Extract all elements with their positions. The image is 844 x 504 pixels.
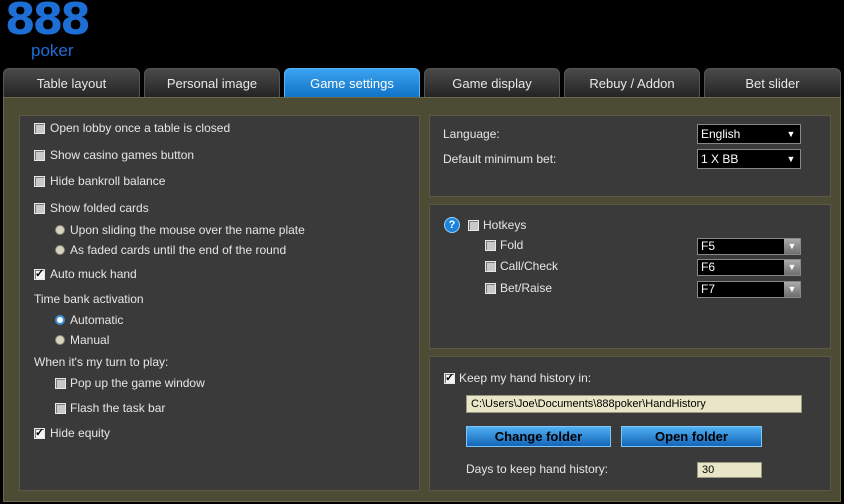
min-bet-label: Default minimum bet: xyxy=(443,152,557,166)
hotkeys-label: Hotkeys xyxy=(483,218,527,232)
check-icon: ✓ xyxy=(35,427,45,439)
show-folded-label: Show folded cards xyxy=(50,201,149,215)
hide-bankroll-checkbox[interactable] xyxy=(34,176,45,187)
call-hotkey-select[interactable]: F6 ▼ xyxy=(697,259,801,276)
chevron-down-icon: ▼ xyxy=(784,239,800,254)
fold-hotkey-select[interactable]: F5 ▼ xyxy=(697,238,801,255)
days-label: Days to keep hand history: xyxy=(466,462,609,476)
manual-radio[interactable] xyxy=(55,335,65,345)
automatic-label: Automatic xyxy=(70,313,124,327)
chevron-down-icon: ▼ xyxy=(782,125,800,143)
keep-history-checkbox[interactable]: ✓ xyxy=(444,372,455,384)
change-folder-button[interactable]: Change folder xyxy=(466,426,611,447)
settings-frame: Open lobby once a table is closed Show c… xyxy=(3,97,841,502)
bet-hotkey-value: F7 xyxy=(701,282,716,296)
tab-personal-image[interactable]: Personal image xyxy=(144,68,280,98)
settings-tabs: Table layout Personal image Game setting… xyxy=(3,68,841,98)
days-input[interactable]: 30 xyxy=(697,462,762,478)
tab-bet-slider[interactable]: Bet slider xyxy=(704,68,841,98)
min-bet-value: 1 X BB xyxy=(701,152,739,166)
tab-table-layout[interactable]: Table layout xyxy=(3,68,140,98)
hide-equity-label: Hide equity xyxy=(50,426,111,440)
history-path-field[interactable]: C:\Users\Joe\Documents\888poker\HandHist… xyxy=(466,395,802,413)
min-bet-select[interactable]: 1 X BB ▼ xyxy=(697,149,801,169)
popup-window-label: Pop up the game window xyxy=(70,376,205,390)
upon-sliding-label: Upon sliding the mouse over the name pla… xyxy=(70,223,305,237)
settings-window: 888 poker Table layout Personal image Ga… xyxy=(0,0,844,504)
show-casino-label: Show casino games button xyxy=(50,148,195,162)
language-select[interactable]: English ▼ xyxy=(697,124,801,144)
hand-history-panel: ✓ Keep my hand history in: C:\Users\Joe\… xyxy=(429,356,831,491)
logo-number: 888 xyxy=(5,0,91,45)
check-icon: ✓ xyxy=(445,372,455,384)
call-hotkey-label: Call/Check xyxy=(500,259,559,273)
keep-history-label: Keep my hand history in: xyxy=(459,371,592,385)
hotkeys-panel: ? Hotkeys Fold F5 ▼ Call/Check F6 ▼ Bet/… xyxy=(429,204,831,349)
fold-hotkey-checkbox[interactable] xyxy=(485,240,496,251)
chevron-down-icon: ▼ xyxy=(782,150,800,168)
upon-sliding-radio[interactable] xyxy=(55,225,65,235)
chevron-down-icon: ▼ xyxy=(784,282,800,297)
my-turn-heading: When it's my turn to play: xyxy=(34,355,169,369)
popup-window-checkbox[interactable] xyxy=(55,378,66,389)
tab-rebuy-addon[interactable]: Rebuy / Addon xyxy=(564,68,700,98)
call-hotkey-checkbox[interactable] xyxy=(485,261,496,272)
open-lobby-label: Open lobby once a table is closed xyxy=(50,121,231,135)
show-folded-checkbox[interactable] xyxy=(34,203,45,214)
check-icon: ✓ xyxy=(35,268,45,280)
language-label: Language: xyxy=(443,127,500,141)
automatic-radio[interactable] xyxy=(55,315,65,325)
general-options-panel: Open lobby once a table is closed Show c… xyxy=(19,115,420,491)
tab-game-display[interactable]: Game display xyxy=(424,68,560,98)
manual-label: Manual xyxy=(70,333,110,347)
language-value: English xyxy=(701,127,741,141)
flash-taskbar-label: Flash the task bar xyxy=(70,401,166,415)
help-icon[interactable]: ? xyxy=(444,217,460,233)
auto-muck-label: Auto muck hand xyxy=(50,267,137,281)
bet-hotkey-label: Bet/Raise xyxy=(500,281,553,295)
faded-cards-label: As faded cards until the end of the roun… xyxy=(70,243,287,257)
hide-bankroll-label: Hide bankroll balance xyxy=(50,174,166,188)
bet-hotkey-checkbox[interactable] xyxy=(485,283,496,294)
bet-hotkey-select[interactable]: F7 ▼ xyxy=(697,281,801,298)
language-panel: Language: English ▼ Default minimum bet:… xyxy=(429,115,831,197)
show-casino-checkbox[interactable] xyxy=(34,150,45,161)
open-lobby-checkbox[interactable] xyxy=(34,123,45,134)
logo-word: poker xyxy=(31,41,74,60)
flash-taskbar-checkbox[interactable] xyxy=(55,403,66,414)
fold-hotkey-value: F5 xyxy=(701,239,716,253)
fold-hotkey-label: Fold xyxy=(500,238,524,252)
tab-game-settings[interactable]: Game settings xyxy=(284,68,420,98)
hide-equity-checkbox[interactable]: ✓ xyxy=(34,427,45,439)
open-folder-button[interactable]: Open folder xyxy=(621,426,762,447)
hotkeys-checkbox[interactable] xyxy=(468,220,479,231)
faded-cards-radio[interactable] xyxy=(55,245,65,255)
auto-muck-checkbox[interactable]: ✓ xyxy=(34,268,45,280)
888poker-logo: 888 poker xyxy=(5,0,91,64)
time-bank-heading: Time bank activation xyxy=(34,292,144,306)
chevron-down-icon: ▼ xyxy=(784,260,800,275)
call-hotkey-value: F6 xyxy=(701,260,716,274)
